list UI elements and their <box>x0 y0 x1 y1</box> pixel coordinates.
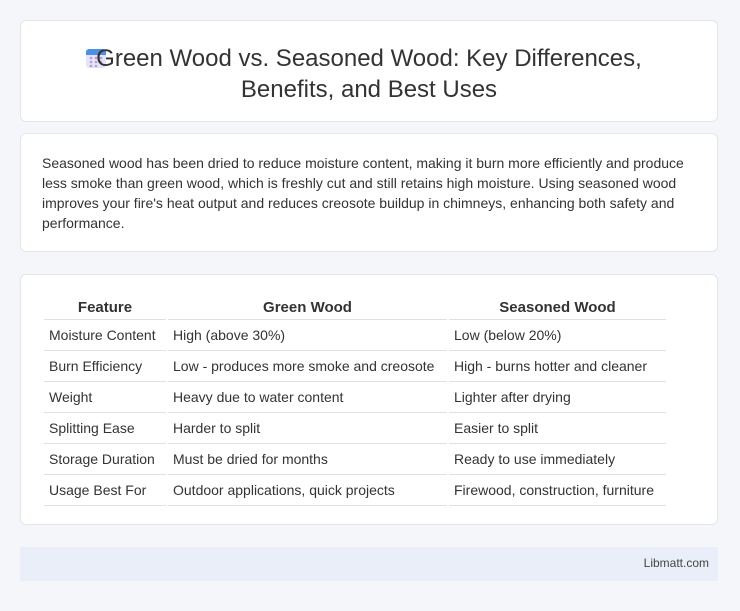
table-row: Storage Duration Must be dried for month… <box>44 444 666 475</box>
footer-brand-link[interactable]: Libmatt.com <box>644 556 709 570</box>
title-card: Green Wood vs. Seasoned Wood: Key Differ… <box>20 20 718 122</box>
table-cell: High - burns hotter and cleaner <box>449 351 666 382</box>
table-cell: Usage Best For <box>44 475 166 506</box>
intro-card: Seasoned wood has been dried to reduce m… <box>20 133 718 252</box>
table-cell: Ready to use immediately <box>449 444 666 475</box>
page-title: Green Wood vs. Seasoned Wood: Key Differ… <box>21 43 717 105</box>
table-cell: Low - produces more smoke and creosote <box>168 351 447 382</box>
table-cell: Heavy due to water content <box>168 382 447 413</box>
page-title-line-2: Benefits, and Best Uses <box>240 76 498 103</box>
header-green-wood: Green Wood <box>168 295 447 320</box>
table-row: Splitting Ease Harder to split Easier to… <box>44 413 666 444</box>
table-cell: Lighter after drying <box>449 382 666 413</box>
table-row: Weight Heavy due to water content Lighte… <box>44 382 666 413</box>
table-cell: Weight <box>44 382 166 413</box>
table-header-row: Feature Green Wood Seasoned Wood <box>44 295 666 320</box>
table-row: Burn Efficiency Low - produces more smok… <box>44 351 666 382</box>
table-cell: Firewood, construction, furniture <box>449 475 666 506</box>
comparison-card: Feature Green Wood Seasoned Wood Moistur… <box>20 274 718 525</box>
table-cell: Easier to split <box>449 413 666 444</box>
intro-text: Seasoned wood has been dried to reduce m… <box>42 155 684 231</box>
table-cell: High (above 30%) <box>168 320 447 351</box>
header-seasoned-wood: Seasoned Wood <box>449 295 666 320</box>
table-row: Moisture Content High (above 30%) Low (b… <box>44 320 666 351</box>
table-cell: Splitting Ease <box>44 413 166 444</box>
page-title-line-1: Green Wood vs. Seasoned Wood: Key Differ… <box>96 45 642 72</box>
header-feature: Feature <box>44 295 166 320</box>
table-cell: Outdoor applications, quick projects <box>168 475 447 506</box>
table-row: Usage Best For Outdoor applications, qui… <box>44 475 666 506</box>
table-cell: Burn Efficiency <box>44 351 166 382</box>
table-cell: Low (below 20%) <box>449 320 666 351</box>
footer: Libmatt.com <box>20 547 718 581</box>
comparison-table: Feature Green Wood Seasoned Wood Moistur… <box>42 295 668 506</box>
table-cell: Must be dried for months <box>168 444 447 475</box>
table-cell: Storage Duration <box>44 444 166 475</box>
table-cell: Moisture Content <box>44 320 166 351</box>
table-cell: Harder to split <box>168 413 447 444</box>
